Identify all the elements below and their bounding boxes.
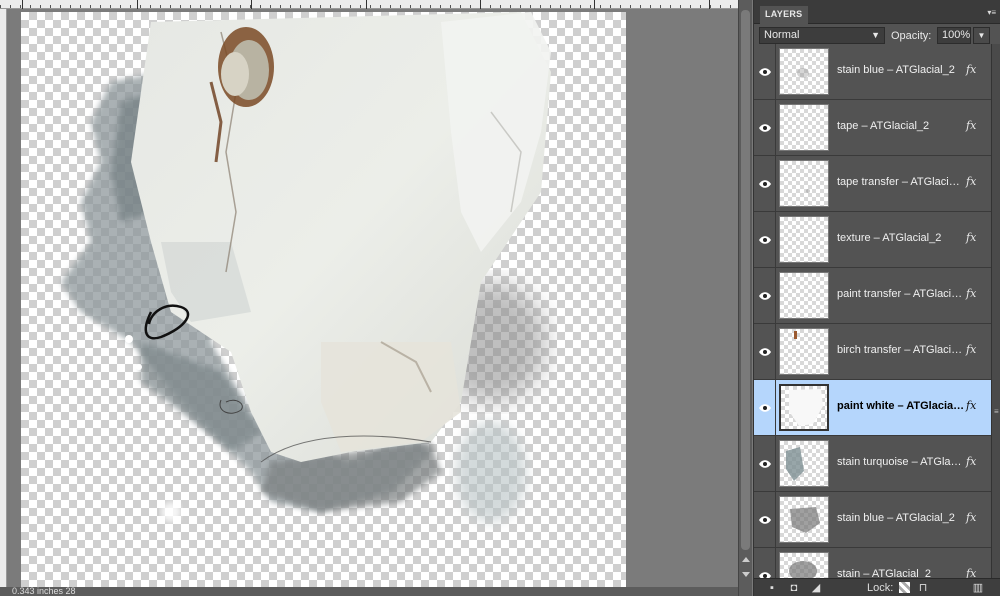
layer-name[interactable]: tape – ATGlacial_2 (837, 120, 965, 132)
canvas-area[interactable]: 0.343 inches 28 (0, 0, 738, 596)
trash-icon[interactable]: ▥ (972, 582, 984, 594)
layer-thumbnail[interactable] (779, 552, 829, 578)
new-layer-icon[interactable]: ▪ (766, 582, 778, 594)
layer-style-fx-icon[interactable]: fx (966, 343, 976, 356)
opacity-input[interactable]: 100% (937, 27, 971, 44)
layer-row[interactable]: stain turquoise – ATGlacial_2 fx (754, 436, 991, 492)
visibility-eye-icon[interactable] (754, 436, 776, 491)
layer-name[interactable]: birch transfer – ATGlacial_2 (837, 344, 965, 356)
layer-name[interactable]: stain blue – ATGlacial_2 (837, 512, 965, 524)
blend-mode-select[interactable]: Normal ▼ (759, 27, 885, 44)
visibility-eye-icon[interactable] (754, 492, 776, 547)
brush-icon[interactable]: ◢ (810, 582, 822, 594)
layer-row[interactable]: paint white – ATGlacial_2 fx (754, 380, 991, 436)
scroll-up-icon[interactable] (742, 557, 750, 562)
visibility-eye-icon[interactable] (754, 156, 776, 211)
panel-footer: ▪ ◘ ◢ Lock: ⊓ ▥ (754, 578, 1000, 596)
status-bar: 0.343 inches 28 (0, 587, 738, 596)
layer-name[interactable]: stain blue – ATGlacial_2 (837, 64, 965, 76)
canvas-vertical-scrollbar[interactable] (738, 0, 752, 596)
layer-name[interactable]: paint transfer – ATGlacial_2 (837, 288, 965, 300)
layer-thumbnail[interactable] (779, 272, 829, 319)
lock-icon[interactable]: ⊓ (917, 582, 929, 594)
layer-row[interactable]: stain blue – ATGlacial_2 fx (754, 44, 991, 100)
visibility-eye-icon[interactable] (754, 212, 776, 267)
lock-label: Lock: (867, 582, 894, 594)
layer-row[interactable]: stain – ATGlacial_2 fx (754, 548, 991, 578)
photo-editor-window: 0.343 inches 28 LAYERS ▾≡ Normal ▼ Opaci… (0, 0, 1000, 596)
layer-list-scrollbar[interactable]: ≡ (991, 44, 1000, 578)
vertical-ruler[interactable] (0, 9, 7, 587)
layer-style-fx-icon[interactable]: fx (966, 287, 976, 300)
panel-title-tab[interactable]: LAYERS (760, 6, 809, 24)
horizontal-ruler[interactable] (0, 0, 738, 9)
layer-style-fx-icon[interactable]: fx (966, 567, 976, 578)
layer-row[interactable]: stain blue – ATGlacial_2 fx (754, 492, 991, 548)
layer-thumbnail[interactable] (779, 496, 829, 543)
layer-style-fx-icon[interactable]: fx (966, 511, 976, 524)
layer-style-fx-icon[interactable]: fx (966, 231, 976, 244)
layer-thumbnail[interactable] (779, 384, 829, 431)
artwork-image (61, 12, 551, 522)
visibility-eye-icon[interactable] (754, 100, 776, 155)
document-canvas[interactable] (21, 12, 626, 590)
layers-panel: LAYERS ▾≡ Normal ▼ Opacity: 100% ▼ stain… (753, 0, 1000, 596)
layer-thumbnail[interactable] (779, 48, 829, 95)
layer-style-fx-icon[interactable]: fx (966, 175, 976, 188)
opacity-dropdown-button[interactable]: ▼ (973, 27, 990, 44)
panel-header: LAYERS ▾≡ (754, 0, 1000, 24)
layer-thumbnail[interactable] (779, 160, 829, 207)
layer-name[interactable]: stain – ATGlacial_2 (837, 568, 965, 578)
layer-thumbnail[interactable] (779, 328, 829, 375)
opacity-label: Opacity: (891, 30, 932, 42)
visibility-eye-icon[interactable] (754, 380, 776, 435)
layer-thumbnail[interactable] (779, 440, 829, 487)
chevron-down-icon: ▼ (871, 30, 880, 40)
scroll-grip-icon[interactable]: ≡ (994, 407, 999, 416)
adjustment-layer-icon[interactable]: ◘ (788, 582, 800, 594)
layer-name[interactable]: tape transfer – ATGlacial_2 (837, 176, 965, 188)
layer-style-fx-icon[interactable]: fx (966, 119, 976, 132)
scroll-down-icon[interactable] (742, 572, 750, 577)
visibility-eye-icon[interactable] (754, 44, 776, 99)
layer-row[interactable]: texture – ATGlacial_2 fx (754, 212, 991, 268)
layer-name[interactable]: stain turquoise – ATGlacial_2 (837, 456, 965, 468)
layer-row[interactable]: birch transfer – ATGlacial_2 fx (754, 324, 991, 380)
visibility-eye-icon[interactable] (754, 548, 776, 578)
visibility-eye-icon[interactable] (754, 268, 776, 323)
layer-name[interactable]: paint white – ATGlacial_2 (837, 400, 965, 412)
scrollbar-thumb[interactable] (741, 10, 750, 550)
layer-row[interactable]: paint transfer – ATGlacial_2 fx (754, 268, 991, 324)
layer-style-fx-icon[interactable]: fx (966, 455, 976, 468)
layer-row[interactable]: tape – ATGlacial_2 fx (754, 100, 991, 156)
visibility-eye-icon[interactable] (754, 324, 776, 379)
blend-mode-value: Normal (764, 29, 800, 41)
layer-row[interactable]: tape transfer – ATGlacial_2 fx (754, 156, 991, 212)
layer-style-fx-icon[interactable]: fx (966, 399, 976, 412)
layer-name[interactable]: texture – ATGlacial_2 (837, 232, 965, 244)
lock-transparency-icon[interactable] (899, 582, 910, 593)
layer-list: stain blue – ATGlacial_2 fx tape – ATGla… (754, 44, 991, 578)
layer-thumbnail[interactable] (779, 104, 829, 151)
panel-menu-icon[interactable]: ▾≡ (987, 8, 996, 17)
layer-thumbnail[interactable] (779, 216, 829, 263)
layer-style-fx-icon[interactable]: fx (966, 63, 976, 76)
